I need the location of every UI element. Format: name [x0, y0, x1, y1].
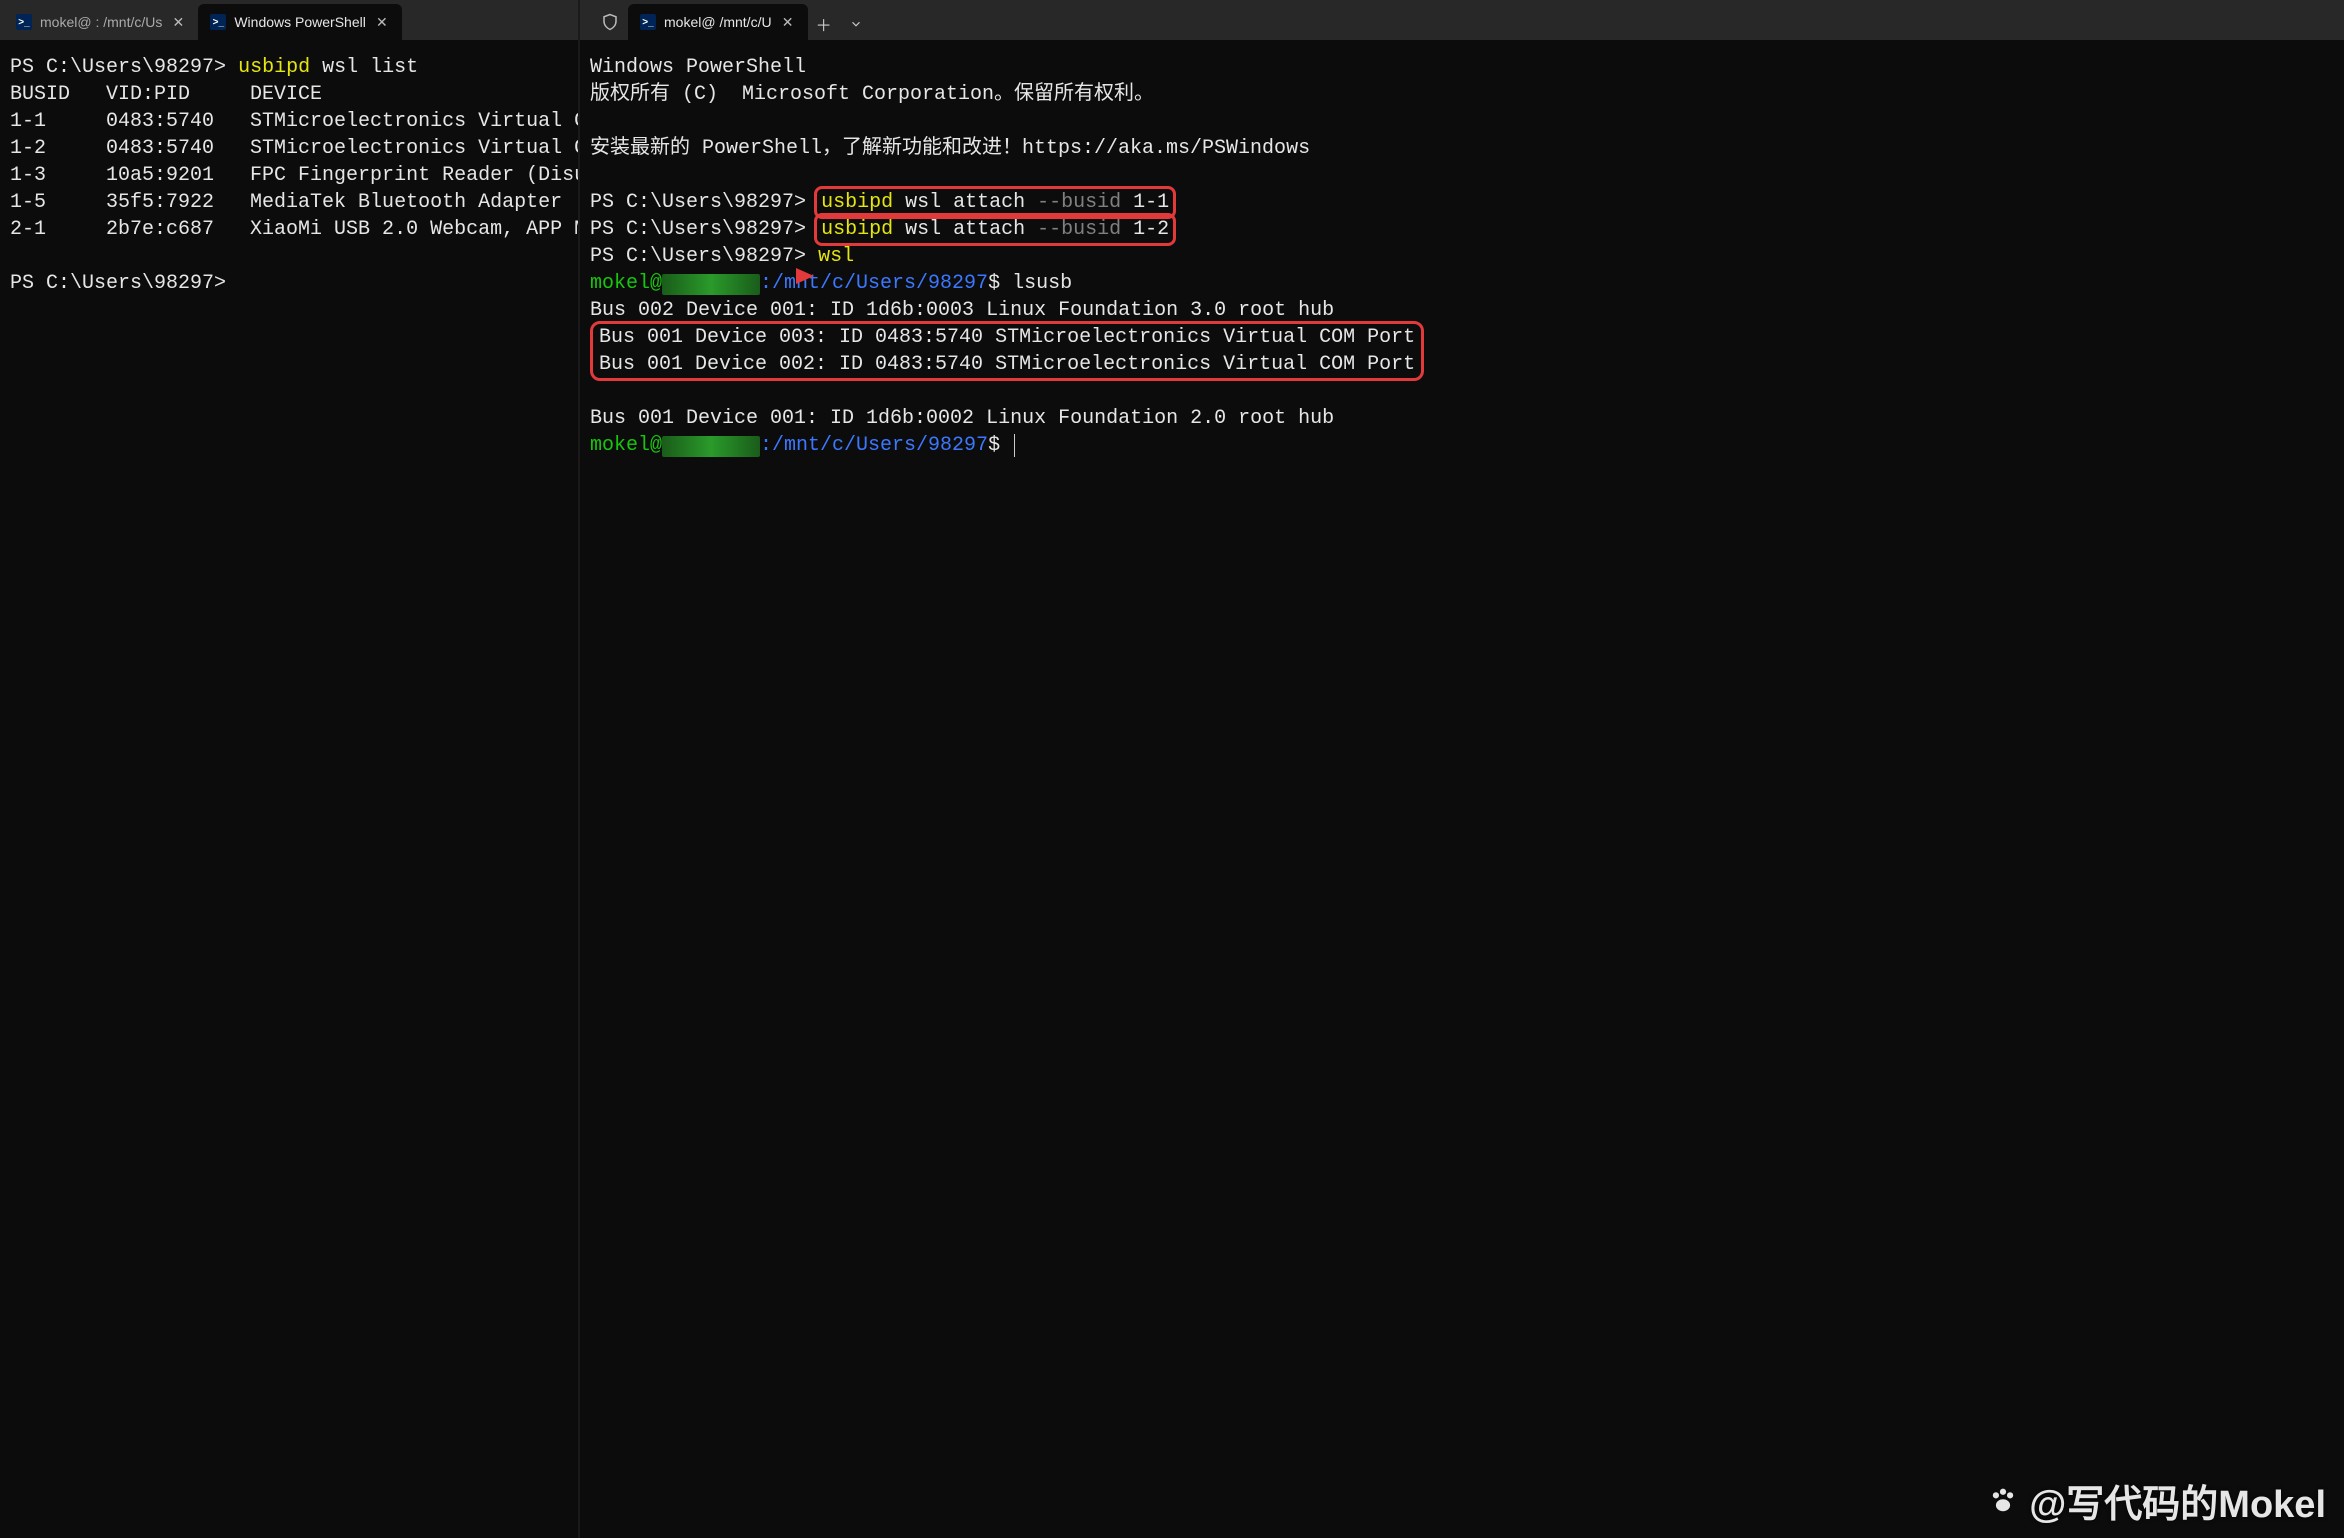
prompt: PS C:\Users\98297>: [590, 245, 806, 268]
powershell-icon: >_: [640, 14, 656, 30]
table-header: BUSID VID:PID DEVICE: [10, 83, 322, 106]
terminal-content-right[interactable]: Windows PowerShell 版权所有 (C) Microsoft Co…: [580, 40, 2344, 1538]
banner-line: 版权所有 (C) Microsoft Corporation。保留所有权利。: [590, 83, 1154, 106]
redacted-hostname: [662, 274, 760, 295]
tab-label: Windows PowerShell: [234, 14, 366, 30]
cursor: [1014, 434, 1015, 457]
banner-line: Windows PowerShell: [590, 56, 806, 79]
command-name: wsl: [818, 245, 854, 268]
powershell-icon: >_: [16, 14, 32, 30]
table-row: 2-1 2b7e:c687 XiaoMi USB 2.0 Webcam, APP…: [10, 218, 578, 241]
command-args: wsl list: [322, 56, 418, 79]
terminal-window-left: >_ mokel@ : /mnt/c/Us ✕ >_ Windows Power…: [0, 0, 580, 1538]
lsusb-row: Bus 001 Device 002: ID 0483:5740 STMicro…: [599, 353, 1415, 376]
new-tab-button[interactable]: ＋: [808, 8, 840, 40]
tab-bar-left: >_ mokel@ : /mnt/c/Us ✕ >_ Windows Power…: [0, 0, 578, 40]
linux-path: :/mnt/c/Users/98297: [760, 434, 988, 457]
banner-line: 安装最新的 PowerShell，了解新功能和改进！https://aka.ms…: [590, 137, 1310, 160]
tab-wsl-session[interactable]: >_ mokel@ /mnt/c/U ✕: [628, 4, 808, 40]
prompt: PS C:\Users\98297>: [590, 218, 806, 241]
table-row: 1-5 35f5:7922 MediaTek Bluetooth Adapter: [10, 191, 562, 214]
tab-label: mokel@ : /mnt/c/Us: [40, 14, 162, 30]
dollar: $: [988, 272, 1000, 295]
linux-user: mokel@: [590, 272, 662, 295]
table-row: 1-2 0483:5740 STMicroelectronics Virtual…: [10, 137, 578, 160]
tab-dropdown-button[interactable]: [840, 8, 872, 40]
dollar: $: [988, 434, 1000, 457]
table-row: 1-1 0483:5740 STMicroelectronics Virtual…: [10, 110, 578, 133]
tab-wsl-session[interactable]: >_ mokel@ : /mnt/c/Us ✕: [4, 4, 198, 40]
close-icon[interactable]: ✕: [780, 14, 796, 30]
shield-icon: [592, 4, 628, 40]
redacted-hostname: [662, 436, 760, 457]
table-row: 1-3 10a5:9201 FPC Fingerprint Reader (Di…: [10, 164, 578, 187]
linux-user: mokel@: [590, 434, 662, 457]
powershell-icon: >_: [210, 14, 226, 30]
watermark: @写代码的Mokel: [1985, 1473, 2326, 1528]
close-icon[interactable]: ✕: [170, 14, 186, 30]
prompt: PS C:\Users\98297>: [10, 272, 226, 295]
highlighted-command: usbipd wsl attach --busid 1-2: [814, 213, 1176, 246]
close-icon[interactable]: ✕: [374, 14, 390, 30]
command-name: usbipd: [238, 56, 310, 79]
linux-path: :/mnt/c/Users/98297: [760, 272, 988, 295]
terminal-content-left[interactable]: PS C:\Users\98297> usbipd wsl list BUSID…: [0, 40, 578, 1538]
highlighted-output: Bus 001 Device 003: ID 0483:5740 STMicro…: [590, 321, 1424, 381]
watermark-text: @写代码的Mokel: [2029, 1473, 2326, 1528]
prompt: PS C:\Users\98297>: [590, 191, 806, 214]
paw-icon: [1985, 1483, 2021, 1519]
tab-powershell[interactable]: >_ Windows PowerShell ✕: [198, 4, 402, 40]
tab-bar-right: >_ mokel@ /mnt/c/U ✕ ＋: [580, 0, 2344, 40]
tab-label: mokel@ /mnt/c/U: [664, 14, 772, 30]
prompt: PS C:\Users\98297>: [10, 56, 226, 79]
lsusb-row: Bus 001 Device 003: ID 0483:5740 STMicro…: [599, 326, 1415, 349]
command: lsusb: [1012, 272, 1072, 295]
lsusb-row: Bus 002 Device 001: ID 1d6b:0003 Linux F…: [590, 299, 1334, 322]
terminal-window-right: >_ mokel@ /mnt/c/U ✕ ＋ Windows PowerShel…: [580, 0, 2344, 1538]
lsusb-row: Bus 001 Device 001: ID 1d6b:0002 Linux F…: [590, 407, 1334, 430]
